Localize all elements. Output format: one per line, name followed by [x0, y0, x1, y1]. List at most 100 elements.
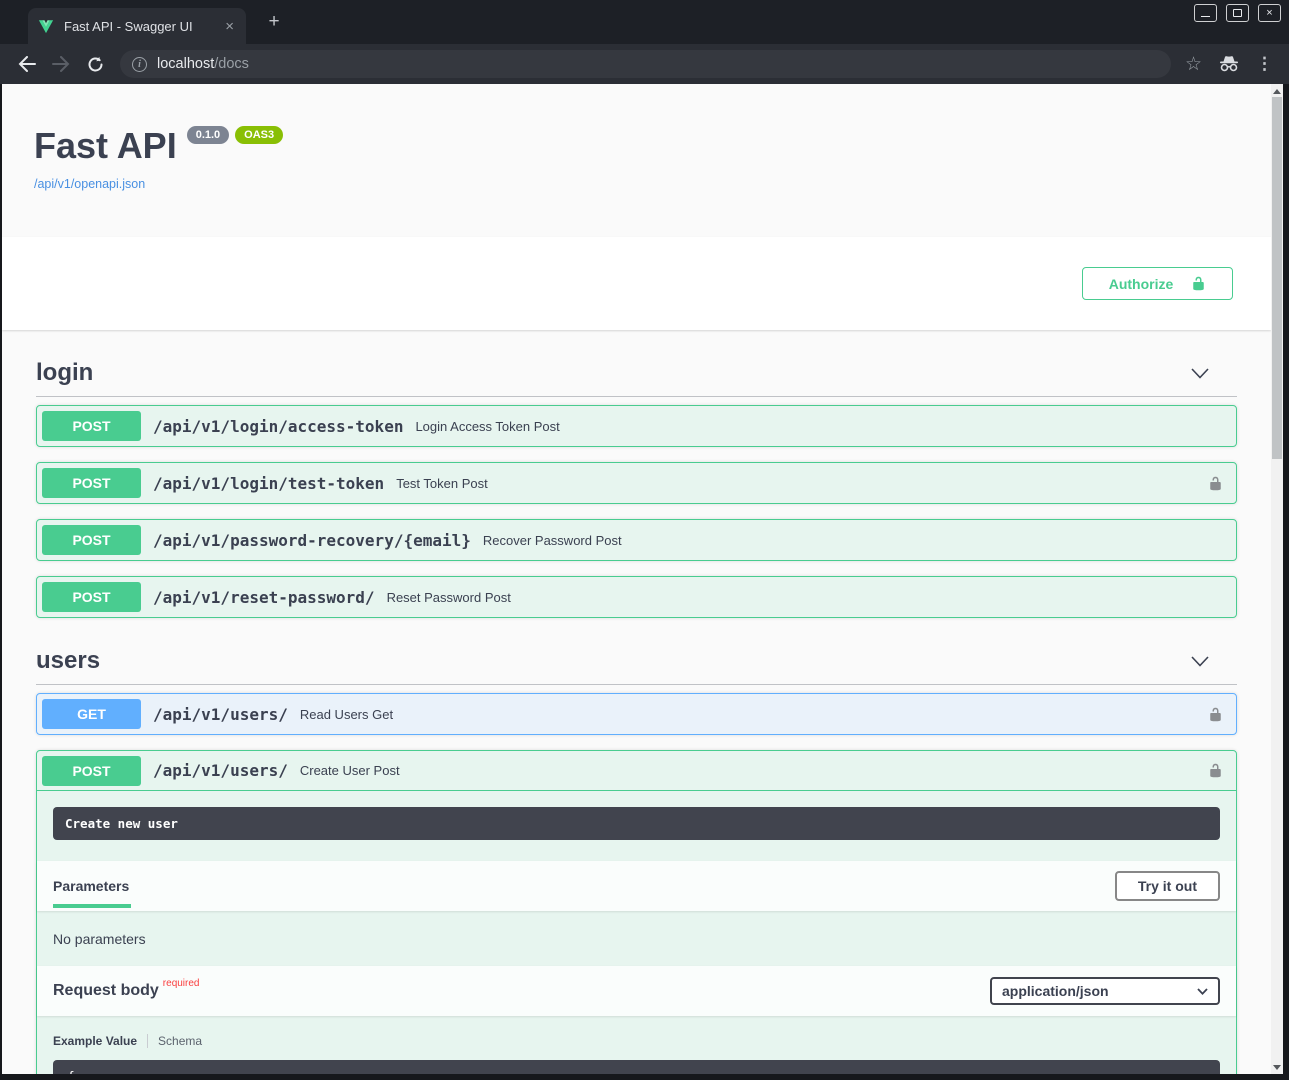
- chevron-down-icon: [1197, 988, 1208, 995]
- model-example: Example Value Schema {: [53, 1034, 1220, 1074]
- minimize-icon: [1201, 16, 1210, 17]
- maximize-icon: [1233, 9, 1242, 17]
- opblock-login-access-token: POST /api/v1/login/access-token Login Ac…: [36, 405, 1237, 447]
- unlock-icon: [1208, 475, 1223, 492]
- operation-summary-text: Reset Password Post: [387, 590, 1231, 605]
- url-host: localhost: [157, 56, 214, 72]
- browser-tab[interactable]: Fast API - Swagger UI ×: [28, 8, 246, 44]
- example-value-tab[interactable]: Example Value: [53, 1034, 147, 1048]
- unlock-icon: [1208, 706, 1223, 723]
- operation-summary-text: Create User Post: [300, 763, 1208, 778]
- back-button[interactable]: [14, 51, 40, 77]
- operation-summary[interactable]: GET /api/v1/users/ Read Users Get: [37, 694, 1236, 734]
- browser-menu-icon[interactable]: ⋮: [1256, 54, 1273, 74]
- openapi-spec-link[interactable]: /api/v1/openapi.json: [34, 177, 145, 191]
- operation-summary[interactable]: POST /api/v1/login/test-token Test Token…: [37, 463, 1236, 503]
- new-tab-button[interactable]: +: [262, 10, 286, 34]
- operation-summary-text: Recover Password Post: [483, 533, 1231, 548]
- url-path: /docs: [214, 56, 249, 72]
- auth-lock-button[interactable]: [1208, 762, 1223, 779]
- unlock-icon: [1208, 762, 1223, 779]
- auth-lock-button[interactable]: [1208, 475, 1223, 492]
- browser-toolbar: i localhost/docs ☆ ⋮: [0, 44, 1289, 84]
- operation-summary[interactable]: POST /api/v1/password-recovery/{email} R…: [37, 520, 1236, 560]
- operations-wrapper: login POST /api/v1/login/access-token Lo…: [2, 350, 1271, 1074]
- tab-title: Fast API - Swagger UI: [64, 19, 223, 34]
- version-badge: 0.1.0: [187, 126, 229, 144]
- auth-lock-button[interactable]: [1208, 706, 1223, 723]
- operation-summary-text: Login Access Token Post: [415, 419, 1231, 434]
- scroll-up-arrow-icon[interactable]: [1271, 85, 1283, 97]
- section-title: users: [36, 647, 100, 675]
- tab-close-icon[interactable]: ×: [223, 18, 236, 35]
- chevron-down-icon[interactable]: [1191, 656, 1209, 667]
- opblock-reset-password: POST /api/v1/reset-password/ Reset Passw…: [36, 576, 1237, 618]
- method-badge: POST: [42, 756, 141, 786]
- method-badge: POST: [42, 411, 141, 441]
- operation-path: /api/v1/login/test-token: [153, 474, 384, 493]
- authorize-button[interactable]: Authorize: [1082, 267, 1233, 300]
- method-badge: POST: [42, 468, 141, 498]
- schema-tab[interactable]: Schema: [147, 1034, 202, 1048]
- content-type-value: application/json: [1002, 983, 1109, 999]
- operation-path: /api/v1/users/: [153, 705, 288, 724]
- method-badge: POST: [42, 582, 141, 612]
- request-body-header: Request body required application/json: [37, 966, 1236, 1016]
- example-code-block: {: [53, 1060, 1220, 1074]
- opblock-password-recovery: POST /api/v1/password-recovery/{email} R…: [36, 519, 1237, 561]
- bookmark-star-icon[interactable]: ☆: [1185, 53, 1202, 76]
- unlock-icon: [1191, 275, 1206, 292]
- parameters-header: Parameters Try it out: [37, 861, 1236, 911]
- maximize-button[interactable]: [1226, 4, 1249, 22]
- url-text: localhost/docs: [157, 56, 249, 72]
- request-body-label: Request body: [53, 982, 159, 999]
- operation-body: Create new user Parameters Try it out No…: [37, 807, 1236, 1074]
- reload-button[interactable]: [82, 51, 108, 77]
- method-badge: GET: [42, 699, 141, 729]
- section-login: login POST /api/v1/login/access-token Lo…: [36, 350, 1237, 618]
- method-badge: POST: [42, 525, 141, 555]
- required-label: required: [163, 978, 200, 989]
- operation-path: /api/v1/reset-password/: [153, 588, 375, 607]
- url-bar[interactable]: i localhost/docs: [120, 50, 1171, 78]
- api-info: Fast API 0.1.0 OAS3 /api/v1/openapi.json: [34, 124, 1239, 193]
- authorize-label: Authorize: [1109, 276, 1174, 292]
- operation-summary-text: Read Users Get: [300, 707, 1208, 722]
- operation-path: /api/v1/users/: [153, 761, 288, 780]
- operation-summary[interactable]: POST /api/v1/login/access-token Login Ac…: [37, 406, 1236, 446]
- operation-summary[interactable]: POST /api/v1/reset-password/ Reset Passw…: [37, 577, 1236, 617]
- content-type-select[interactable]: application/json: [990, 977, 1220, 1005]
- operation-description: Create new user: [53, 807, 1220, 840]
- section-users-header[interactable]: users: [36, 638, 1237, 685]
- scheme-container: Authorize: [2, 237, 1271, 330]
- forward-button[interactable]: [48, 51, 74, 77]
- opblock-login-test-token: POST /api/v1/login/test-token Test Token…: [36, 462, 1237, 504]
- minimize-button[interactable]: [1194, 4, 1217, 22]
- scroll-down-arrow-icon[interactable]: [1271, 1061, 1283, 1073]
- operation-path: /api/v1/password-recovery/{email}: [153, 531, 471, 550]
- operation-path: /api/v1/login/access-token: [153, 417, 403, 436]
- page-viewport: Fast API 0.1.0 OAS3 /api/v1/openapi.json…: [0, 84, 1289, 1080]
- opblock-read-users: GET /api/v1/users/ Read Users Get: [36, 693, 1237, 735]
- browser-window: Fast API - Swagger UI × + × i localhost/…: [0, 0, 1289, 1080]
- window-controls: ×: [1194, 4, 1281, 22]
- section-login-header[interactable]: login: [36, 350, 1237, 397]
- page-title: Fast API: [34, 124, 177, 167]
- page-scrollbar[interactable]: [1271, 84, 1283, 1074]
- section-title: login: [36, 359, 93, 387]
- swagger-page: Fast API 0.1.0 OAS3 /api/v1/openapi.json…: [2, 84, 1271, 1074]
- fastapi-favicon-icon: [38, 18, 56, 34]
- page-info-icon[interactable]: i: [132, 57, 147, 72]
- operation-summary[interactable]: POST /api/v1/users/ Create User Post: [37, 751, 1236, 791]
- scrollbar-thumb[interactable]: [1272, 97, 1282, 459]
- section-users: users GET /api/v1/users/ Read Users Get: [36, 638, 1237, 1074]
- try-it-out-button[interactable]: Try it out: [1115, 871, 1220, 901]
- oas3-badge: OAS3: [235, 126, 283, 144]
- browser-titlebar: Fast API - Swagger UI × + ×: [0, 0, 1289, 44]
- opblock-create-user: POST /api/v1/users/ Create User Post Cre…: [36, 750, 1237, 1074]
- incognito-icon: [1216, 51, 1242, 77]
- close-button[interactable]: ×: [1258, 4, 1281, 22]
- parameters-tab: Parameters: [53, 878, 131, 908]
- operation-summary-text: Test Token Post: [396, 476, 1208, 491]
- chevron-down-icon[interactable]: [1191, 368, 1209, 379]
